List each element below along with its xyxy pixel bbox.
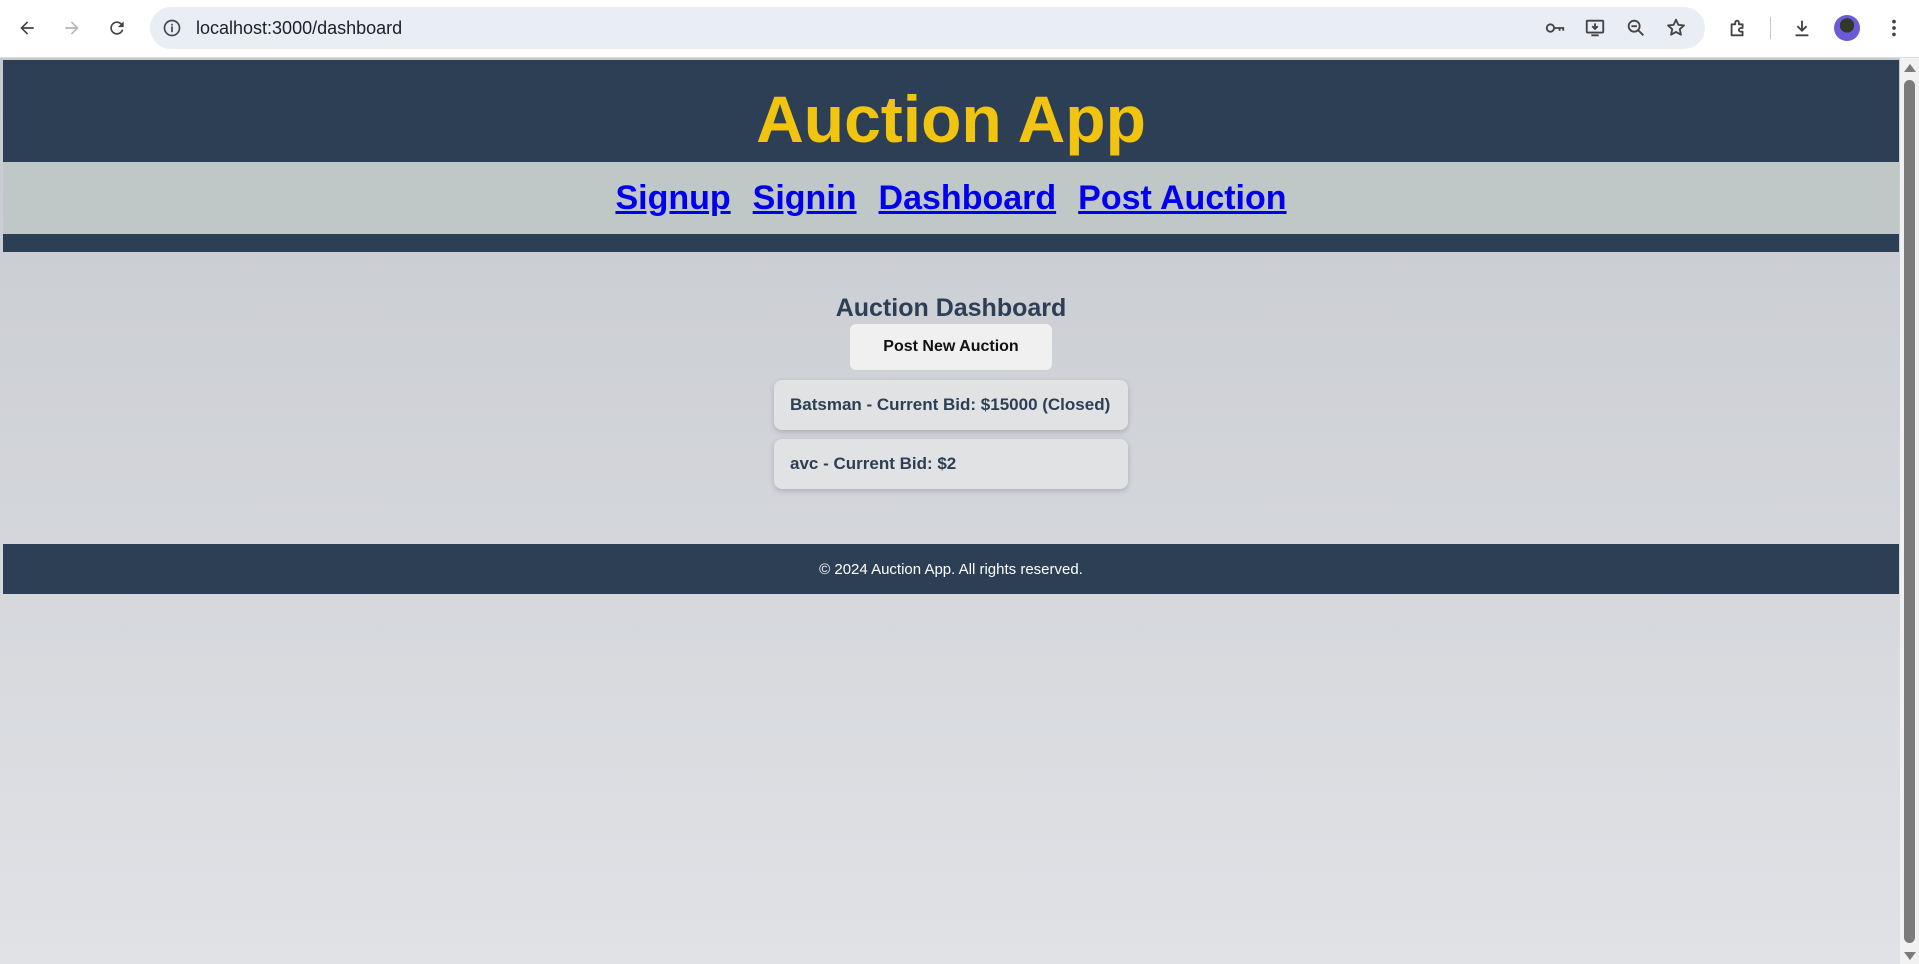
main-nav: Signup Signin Dashboard Post Auction bbox=[3, 162, 1899, 234]
forward-button[interactable] bbox=[56, 12, 88, 44]
post-new-auction-button[interactable]: Post New Auction bbox=[850, 324, 1052, 370]
nav-link-signin[interactable]: Signin bbox=[753, 179, 857, 218]
bookmark-star-icon[interactable] bbox=[1662, 14, 1690, 42]
back-button[interactable] bbox=[11, 12, 43, 44]
site-header: Auction App Signup Signin Dashboard Post… bbox=[3, 60, 1899, 252]
more-menu-icon[interactable] bbox=[1880, 14, 1908, 42]
browser-toolbar: localhost:3000/dashboard bbox=[0, 0, 1919, 58]
footer-text: © 2024 Auction App. All rights reserved. bbox=[819, 560, 1083, 578]
arrow-left-icon bbox=[20, 21, 34, 35]
auction-item[interactable]: Batsman - Current Bid: $15000 (Closed) bbox=[774, 380, 1128, 430]
nav-link-post-auction[interactable]: Post Auction bbox=[1078, 179, 1286, 218]
page-viewport: Auction App Signup Signin Dashboard Post… bbox=[0, 58, 1919, 964]
nav-link-dashboard[interactable]: Dashboard bbox=[879, 179, 1057, 218]
site-info-icon[interactable] bbox=[160, 16, 184, 40]
toolbar-divider bbox=[1770, 17, 1771, 39]
vertical-scrollbar[interactable] bbox=[1900, 58, 1919, 964]
auction-item[interactable]: avc - Current Bid: $2 bbox=[774, 439, 1128, 489]
profile-avatar[interactable] bbox=[1834, 15, 1860, 41]
url-text[interactable]: localhost:3000/dashboard bbox=[196, 7, 402, 49]
site-title: Auction App bbox=[756, 82, 1146, 156]
scroll-up-arrow-icon[interactable] bbox=[1904, 64, 1916, 72]
key-icon[interactable] bbox=[1541, 14, 1569, 42]
zoom-icon[interactable] bbox=[1622, 14, 1650, 42]
install-app-icon[interactable] bbox=[1581, 14, 1609, 42]
reload-icon bbox=[110, 21, 124, 35]
extensions-icon[interactable] bbox=[1724, 14, 1752, 42]
downloads-icon[interactable] bbox=[1788, 14, 1816, 42]
address-bar[interactable]: localhost:3000/dashboard bbox=[150, 7, 1705, 49]
dashboard-heading: Auction Dashboard bbox=[835, 294, 1067, 322]
reload-button[interactable] bbox=[101, 12, 133, 44]
arrow-right-icon bbox=[65, 21, 79, 35]
auction-list: Batsman - Current Bid: $15000 (Closed) a… bbox=[774, 380, 1128, 498]
scrollbar-thumb[interactable] bbox=[1904, 80, 1915, 943]
nav-link-signup[interactable]: Signup bbox=[615, 179, 730, 218]
site-footer: © 2024 Auction App. All rights reserved. bbox=[3, 544, 1899, 594]
scroll-down-arrow-icon[interactable] bbox=[1904, 952, 1916, 960]
page: Auction App Signup Signin Dashboard Post… bbox=[3, 58, 1899, 964]
